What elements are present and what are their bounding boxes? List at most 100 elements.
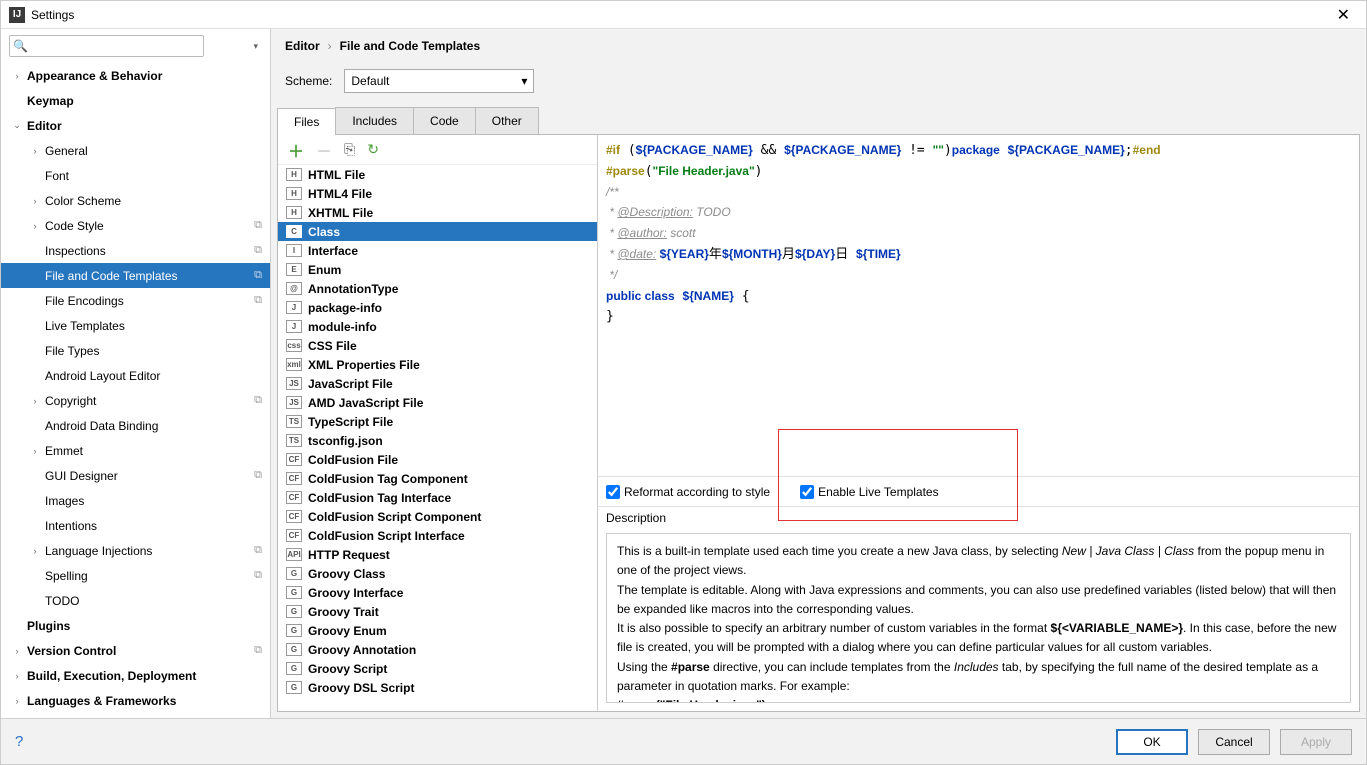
template-item[interactable]: HHTML4 File [278,184,597,203]
template-item[interactable]: APIHTTP Request [278,545,597,564]
template-list[interactable]: HHTML FileHHTML4 FileHXHTML FileCClassII… [278,165,597,711]
tab-other[interactable]: Other [475,107,539,134]
expand-arrow-icon: › [27,396,43,406]
template-item[interactable]: CFColdFusion File [278,450,597,469]
sidebar-item[interactable]: File Types [1,338,270,363]
search-history-icon[interactable]: ▾ [253,41,258,52]
sidebar-item-label: Font [43,169,69,183]
sidebar-item[interactable]: ›Build, Execution, Deployment [1,663,270,688]
scheme-value: Default [351,74,389,88]
sidebar-item-label: Build, Execution, Deployment [25,669,196,683]
cancel-button[interactable]: Cancel [1198,729,1270,755]
close-icon[interactable]: ✕ [1329,5,1358,25]
sidebar-item[interactable]: Plugins [1,613,270,638]
sidebar-item[interactable]: Android Data Binding [1,413,270,438]
reformat-checkbox[interactable]: Reformat according to style [606,485,770,499]
sidebar-item[interactable]: ›General [1,138,270,163]
sidebar-item[interactable]: ›Color Scheme [1,188,270,213]
template-item[interactable]: JSAMD JavaScript File [278,393,597,412]
template-item-label: HTTP Request [308,548,390,562]
file-type-icon: G [286,586,302,599]
template-item[interactable]: CFColdFusion Script Component [278,507,597,526]
template-item[interactable]: GGroovy Script [278,659,597,678]
tab-code[interactable]: Code [413,107,476,134]
expand-arrow-icon: › [27,146,43,156]
sidebar-item[interactable]: Android Layout Editor [1,363,270,388]
sidebar-item[interactable]: ›Version Control⧉ [1,638,270,663]
sidebar-item[interactable]: Intentions [1,513,270,538]
search-input[interactable] [9,35,204,57]
sidebar-item[interactable]: TODO [1,588,270,613]
template-item[interactable]: @AnnotationType [278,279,597,298]
sidebar-item[interactable]: Font [1,163,270,188]
template-item[interactable]: GGroovy Interface [278,583,597,602]
remove-template-button[interactable]: － [316,138,332,162]
sidebar-item[interactable]: File and Code Templates⧉ [1,263,270,288]
sidebar-item[interactable]: ›Appearance & Behavior [1,63,270,88]
sidebar-item[interactable]: ›Emmet [1,438,270,463]
template-item[interactable]: HHTML File [278,165,597,184]
template-item[interactable]: IInterface [278,241,597,260]
template-tabs: FilesIncludesCodeOther [277,107,1360,135]
sidebar-item-label: Android Data Binding [43,419,158,433]
sidebar-item-label: TODO [43,594,79,608]
search-icon: 🔍 [13,39,28,53]
template-item-label: Enum [308,263,341,277]
settings-tree[interactable]: ›Appearance & Behavior Keymap ⌄Editor›Gene… [1,63,270,718]
template-item-label: XHTML File [308,206,373,220]
template-item[interactable]: GGroovy Class [278,564,597,583]
template-item[interactable]: CFColdFusion Tag Interface [278,488,597,507]
sidebar-item[interactable]: ›Code Style⧉ [1,213,270,238]
template-item[interactable]: GGroovy Annotation [278,640,597,659]
template-item[interactable]: JSJavaScript File [278,374,597,393]
sidebar-item[interactable]: Inspections⧉ [1,238,270,263]
template-item[interactable]: GGroovy Enum [278,621,597,640]
sidebar-item[interactable]: GUI Designer⧉ [1,463,270,488]
add-template-button[interactable]: ＋ [288,138,304,162]
expand-arrow-icon: ⌄ [9,120,25,131]
template-item[interactable]: CFColdFusion Script Interface [278,526,597,545]
copy-template-button[interactable]: ⎘ [344,141,355,158]
sidebar-item-label: Intentions [43,519,97,533]
template-item[interactable]: GGroovy Trait [278,602,597,621]
template-code-editor[interactable]: #if (${PACKAGE_NAME} && ${PACKAGE_NAME} … [598,135,1359,476]
template-item[interactable]: cssCSS File [278,336,597,355]
template-item-label: ColdFusion Tag Component [308,472,468,486]
sidebar-item-label: Version Control [25,644,116,658]
file-type-icon: @ [286,282,302,295]
sidebar-item[interactable]: Spelling⧉ [1,563,270,588]
sidebar-item[interactable]: Keymap [1,88,270,113]
scheme-select[interactable]: Default ▾ [344,69,534,93]
expand-arrow-icon: › [27,446,43,456]
help-icon[interactable]: ? [15,733,23,750]
sidebar-item-label: Language Injections [43,544,152,558]
template-item[interactable]: GGroovy DSL Script [278,678,597,697]
sidebar-item[interactable]: Live Templates [1,313,270,338]
template-item[interactable]: HXHTML File [278,203,597,222]
sidebar-item[interactable]: ⌄Editor [1,113,270,138]
titlebar: IJ Settings ✕ [1,1,1366,29]
sidebar-item-label: Live Templates [43,319,125,333]
sidebar-item[interactable]: Images [1,488,270,513]
template-item[interactable]: CClass [278,222,597,241]
apply-button[interactable]: Apply [1280,729,1352,755]
dialog-buttons: ? OK Cancel Apply [1,718,1366,764]
template-item[interactable]: CFColdFusion Tag Component [278,469,597,488]
sidebar-item[interactable]: File Encodings⧉ [1,288,270,313]
sidebar-item[interactable]: ›Languages & Frameworks [1,688,270,713]
refresh-template-button[interactable]: ↻ [367,141,379,158]
ok-button[interactable]: OK [1116,729,1188,755]
tab-includes[interactable]: Includes [335,107,414,134]
template-item[interactable]: TStsconfig.json [278,431,597,450]
live-templates-checkbox[interactable]: Enable Live Templates [800,485,939,499]
sidebar-item[interactable]: ›Language Injections⧉ [1,538,270,563]
sidebar-item[interactable]: ›Copyright⧉ [1,388,270,413]
template-item[interactable]: TSTypeScript File [278,412,597,431]
template-item[interactable]: xmlXML Properties File [278,355,597,374]
file-type-icon: CF [286,529,302,542]
tab-files[interactable]: Files [277,108,336,135]
template-item[interactable]: Jmodule-info [278,317,597,336]
sidebar-item-label: Keymap [25,94,74,108]
template-item[interactable]: Jpackage-info [278,298,597,317]
template-item[interactable]: EEnum [278,260,597,279]
